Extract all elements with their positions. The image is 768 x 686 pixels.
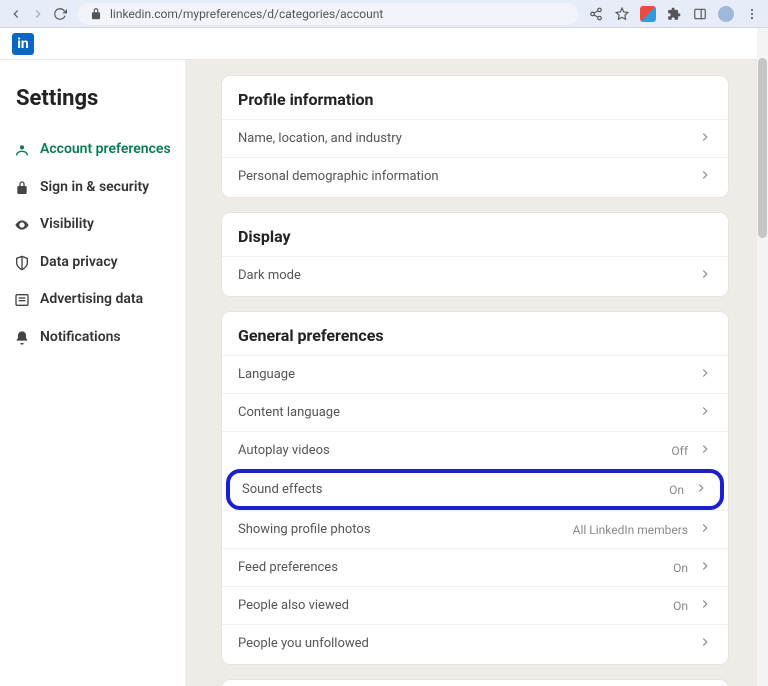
setting-row-people-also-viewed[interactable]: People also viewed On xyxy=(222,586,728,624)
setting-value-group xyxy=(698,267,712,284)
setting-row-content-language[interactable]: Content language xyxy=(222,393,728,431)
page-title: Settings xyxy=(16,86,171,111)
setting-value-group xyxy=(698,130,712,147)
setting-label: Feed preferences xyxy=(238,560,338,575)
extension-translate-icon[interactable] xyxy=(640,6,656,22)
setting-label: Showing profile photos xyxy=(238,522,371,537)
setting-row-people-you-unfollowed[interactable]: People you unfollowed xyxy=(222,624,728,662)
setting-label: Autoplay videos xyxy=(238,443,330,458)
setting-label: Content language xyxy=(238,405,340,420)
forward-icon[interactable] xyxy=(30,6,46,22)
setting-value-group: All LinkedIn members xyxy=(573,521,712,538)
scrollbar-thumb[interactable] xyxy=(758,58,767,238)
chevron-right-icon xyxy=(698,267,712,284)
newspaper-icon xyxy=(14,292,30,308)
section-profile-information: Profile information Name, location, and i… xyxy=(222,76,728,197)
setting-row-showing-profile-photos[interactable]: Showing profile photos All LinkedIn membe… xyxy=(222,510,728,548)
section-title: Profile information xyxy=(222,76,728,119)
chevron-right-icon xyxy=(698,597,712,614)
panel-icon[interactable] xyxy=(692,6,708,22)
scrollbar-track[interactable] xyxy=(757,28,768,686)
section-title: Syncing options xyxy=(222,680,728,686)
setting-value: Off xyxy=(671,444,688,458)
setting-label: Sound effects xyxy=(242,482,322,497)
lock-icon xyxy=(14,180,30,196)
setting-value-group: On xyxy=(673,597,712,614)
back-icon[interactable] xyxy=(8,6,24,22)
setting-row-personal-demographic-information[interactable]: Personal demographic information xyxy=(222,157,728,195)
setting-row-sound-effects[interactable]: Sound effects On xyxy=(226,469,724,510)
sidebar-item-advertising-data[interactable]: Advertising data xyxy=(14,281,171,319)
setting-value: All LinkedIn members xyxy=(573,523,688,537)
setting-value: On xyxy=(669,483,684,497)
setting-row-feed-preferences[interactable]: Feed preferences On xyxy=(222,548,728,586)
chevron-right-icon xyxy=(698,404,712,421)
address-bar[interactable]: linkedin.com/mypreferences/d/categories/… xyxy=(78,3,578,25)
setting-value-group: On xyxy=(673,559,712,576)
setting-row-name-location-and-industry[interactable]: Name, location, and industry xyxy=(222,119,728,157)
kebab-menu-icon[interactable] xyxy=(744,6,760,22)
setting-value-group: Off xyxy=(671,442,712,459)
setting-row-language[interactable]: Language xyxy=(222,355,728,393)
chevron-right-icon xyxy=(698,559,712,576)
bell-icon xyxy=(14,330,30,346)
page-body: Settings Account preferences Sign in & se… xyxy=(0,60,768,686)
chevron-right-icon xyxy=(694,481,708,498)
section-title: General preferences xyxy=(222,312,728,355)
url-text: linkedin.com/mypreferences/d/categories/… xyxy=(110,7,383,21)
sidebar-item-label: Sign in & security xyxy=(40,179,149,197)
setting-label: People you unfollowed xyxy=(238,636,369,651)
browser-actions xyxy=(588,6,760,22)
sidebar-item-label: Account preferences xyxy=(40,141,171,159)
sidebar-item-sign-in-security[interactable]: Sign in & security xyxy=(14,169,171,207)
reload-icon[interactable] xyxy=(52,6,68,22)
chevron-right-icon xyxy=(698,366,712,383)
setting-row-autoplay-videos[interactable]: Autoplay videos Off xyxy=(222,431,728,469)
chevron-right-icon xyxy=(698,442,712,459)
settings-content[interactable]: Profile information Name, location, and i… xyxy=(186,60,768,686)
profile-avatar-icon[interactable] xyxy=(718,6,734,22)
star-icon[interactable] xyxy=(614,6,630,22)
shield-icon xyxy=(14,255,30,271)
browser-toolbar: linkedin.com/mypreferences/d/categories/… xyxy=(0,0,768,28)
setting-value-group xyxy=(698,168,712,185)
eye-icon xyxy=(14,217,30,233)
setting-value: On xyxy=(673,561,688,575)
setting-row-dark-mode[interactable]: Dark mode xyxy=(222,256,728,294)
setting-label: Personal demographic information xyxy=(238,169,439,184)
setting-value-group: On xyxy=(669,481,708,498)
sidebar-item-data-privacy[interactable]: Data privacy xyxy=(14,244,171,282)
setting-label: People also viewed xyxy=(238,598,349,613)
sidebar-item-visibility[interactable]: Visibility xyxy=(14,206,171,244)
setting-label: Name, location, and industry xyxy=(238,131,402,146)
setting-value-group xyxy=(698,366,712,383)
section-title: Display xyxy=(222,213,728,256)
setting-label: Dark mode xyxy=(238,268,301,283)
section-syncing-options: Syncing optionsSync calendarSync contact… xyxy=(222,680,728,686)
sidebar-item-label: Data privacy xyxy=(40,254,118,272)
chevron-right-icon xyxy=(698,521,712,538)
setting-value-group xyxy=(698,635,712,652)
user-icon xyxy=(14,142,30,158)
chevron-right-icon xyxy=(698,130,712,147)
section-general-preferences: General preferences Language Content langu… xyxy=(222,312,728,664)
app-header: in xyxy=(0,28,768,60)
chevron-right-icon xyxy=(698,168,712,185)
sidebar-item-account-preferences[interactable]: Account preferences xyxy=(14,131,171,169)
setting-value-group xyxy=(698,404,712,421)
setting-value: On xyxy=(673,599,688,613)
sidebar-item-notifications[interactable]: Notifications xyxy=(14,319,171,357)
settings-sidebar: Settings Account preferences Sign in & se… xyxy=(0,60,186,686)
sidebar-item-label: Advertising data xyxy=(40,291,143,309)
extensions-icon[interactable] xyxy=(666,6,682,22)
sidebar-item-label: Visibility xyxy=(40,216,94,234)
setting-label: Language xyxy=(238,367,295,382)
section-display: Display Dark mode xyxy=(222,213,728,296)
share-icon[interactable] xyxy=(588,6,604,22)
sidebar-item-label: Notifications xyxy=(40,329,121,347)
chevron-right-icon xyxy=(698,635,712,652)
linkedin-logo-icon[interactable]: in xyxy=(12,33,34,55)
secure-lock-icon xyxy=(88,6,104,22)
